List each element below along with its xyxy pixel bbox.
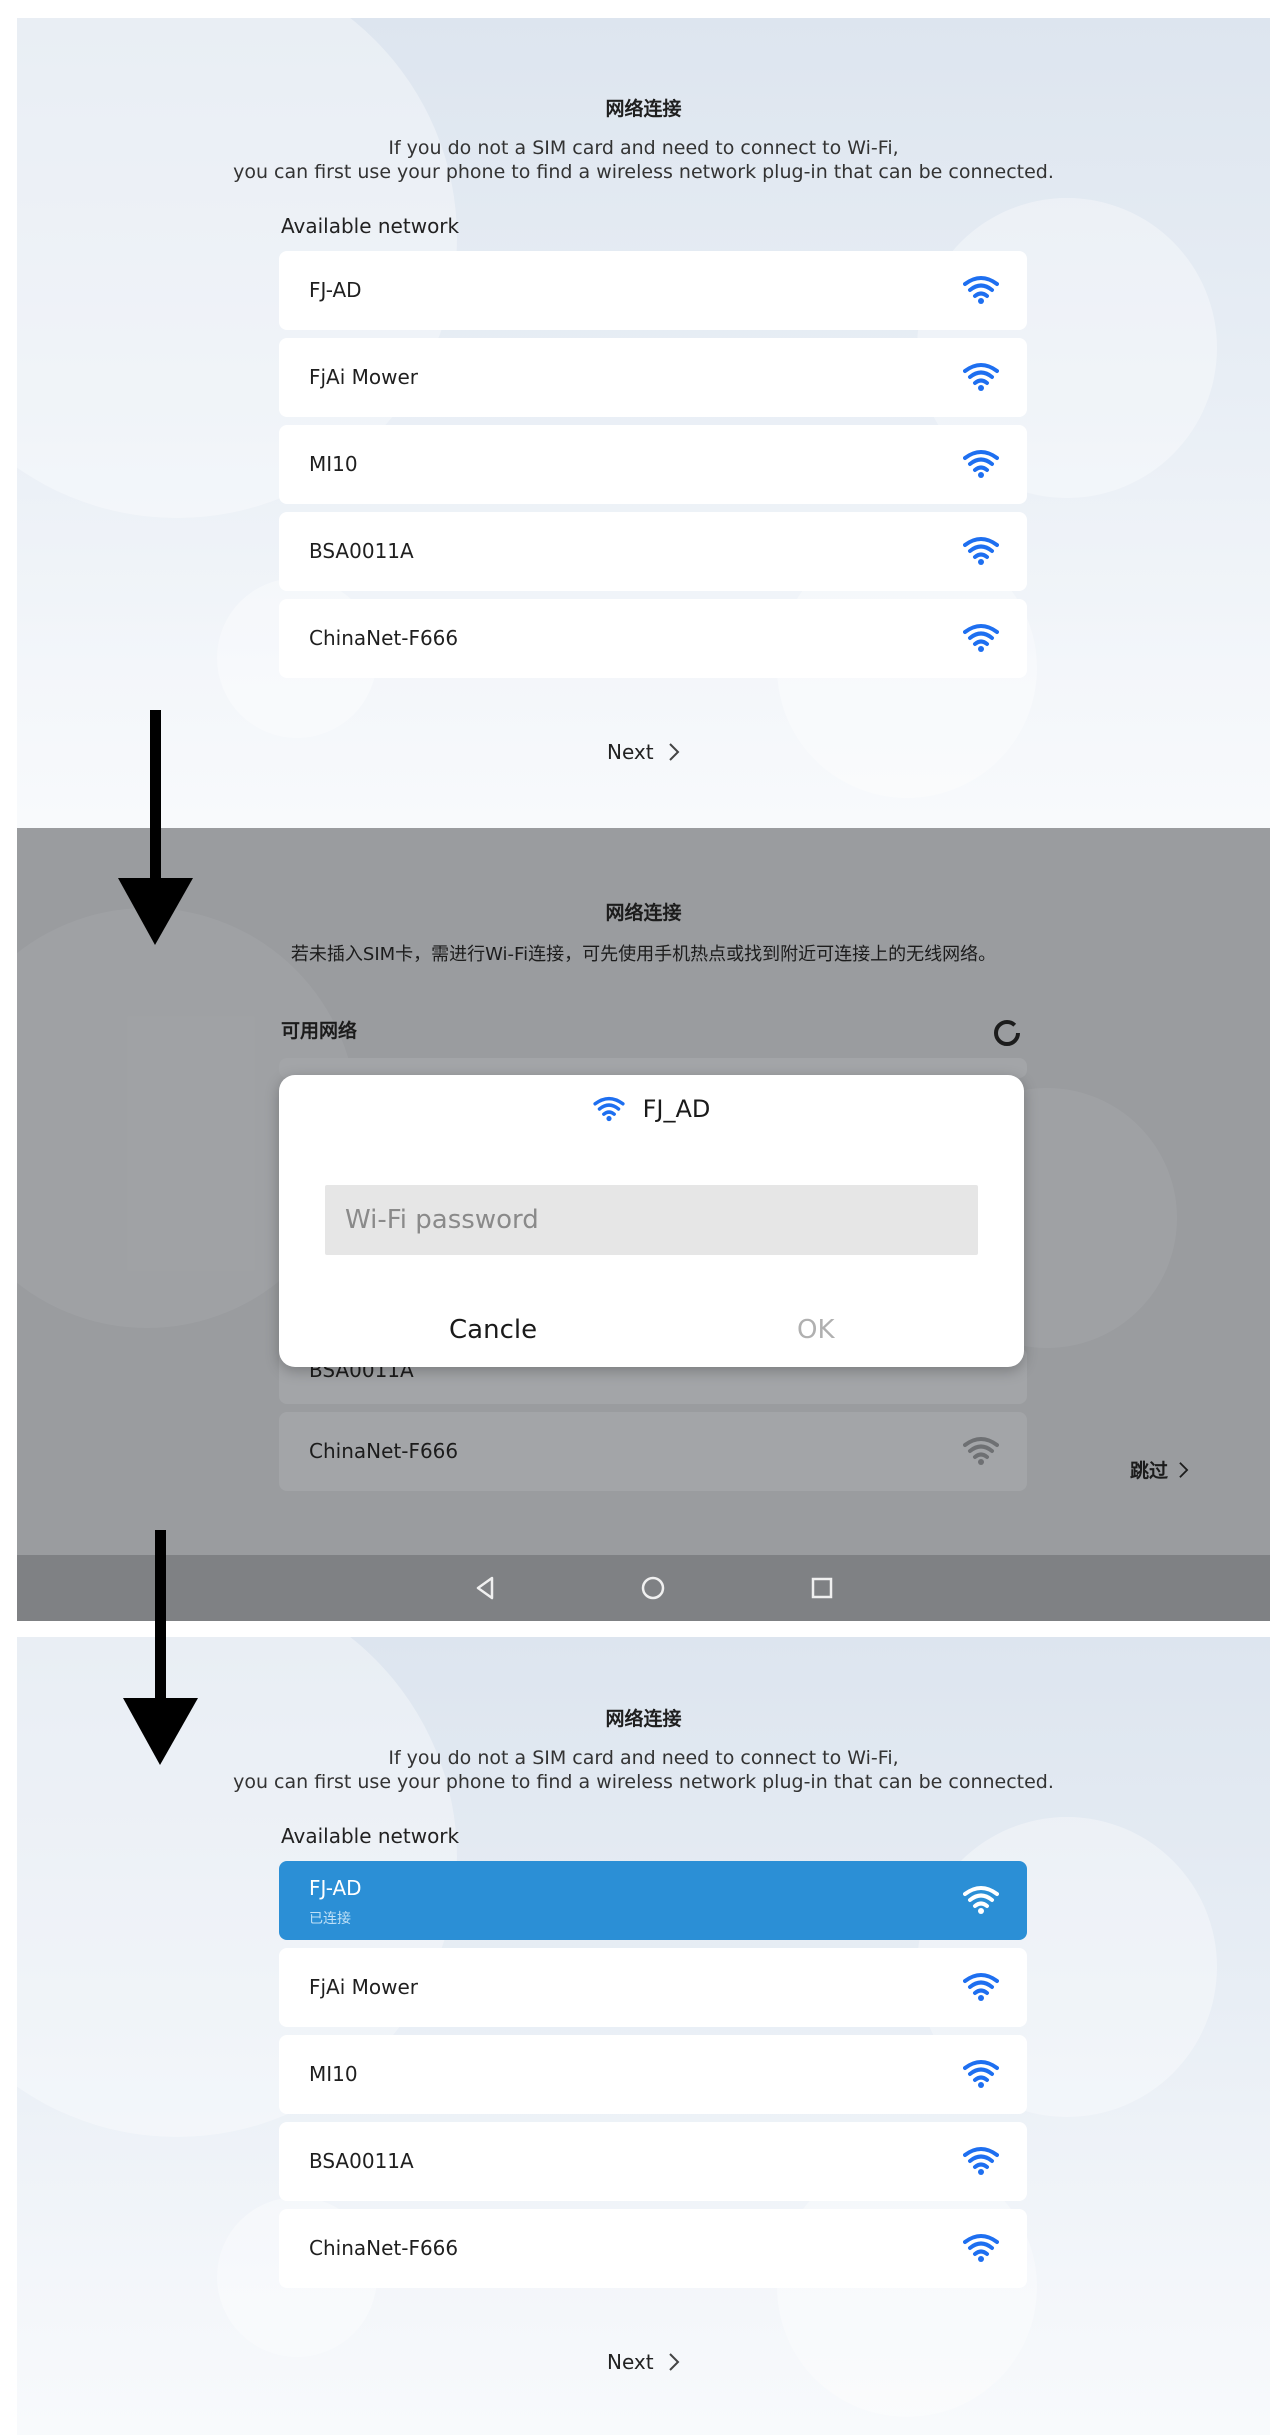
chevron-right-icon [1179, 1461, 1189, 1478]
back-icon[interactable] [472, 1574, 500, 1602]
network-item-chinanet-f666[interactable]: ChinaNet-F666 [279, 2209, 1027, 2288]
wifi-icon [593, 1096, 625, 1122]
wifi-password-dialog: FJ_AD Cancle OK [279, 1075, 1024, 1367]
network-item-mi10[interactable]: MI10 [279, 425, 1027, 504]
flow-arrow-down-1 [118, 710, 193, 945]
next-button[interactable]: Next [607, 2350, 680, 2374]
network-name: FJ-AD [309, 1876, 362, 1900]
dialog-header: FJ_AD [279, 1095, 1024, 1123]
network-list: FJ-AD FjAi Mower MI10 BSA0011A ChinaNet-… [279, 251, 1027, 686]
chevron-right-icon [668, 2353, 680, 2371]
network-item-chinanet-f666[interactable]: ChinaNet-F666 [279, 1412, 1027, 1491]
wifi-icon [963, 537, 999, 566]
network-item-fjai-mower[interactable]: FjAi Mower [279, 338, 1027, 417]
refresh-icon[interactable] [992, 1018, 1022, 1048]
network-item-fj-ad[interactable]: FJ-AD [279, 251, 1027, 330]
step1-screen: 网络连接 If you do not a SIM card and need t… [17, 18, 1270, 828]
available-network-label: Available network [281, 1824, 460, 1848]
wifi-icon [963, 2060, 999, 2089]
network-list: FJ-AD 已连接 FjAi Mower MI10 BSA0011A China… [279, 1861, 1027, 2296]
page-subtitle-line2: you can first use your phone to find a w… [233, 161, 1054, 183]
network-name: FjAi Mower [309, 365, 419, 389]
skip-label: 跳过 [1130, 1460, 1169, 1482]
network-name: FJ-AD [309, 278, 362, 302]
network-item-fjai-mower[interactable]: FjAi Mower [279, 1948, 1027, 2027]
network-name: ChinaNet-F666 [309, 2236, 459, 2260]
wifi-icon [963, 1886, 999, 1915]
network-name: MI10 [309, 2062, 358, 2086]
wifi-icon [963, 2234, 999, 2263]
dialog-network-name: FJ_AD [642, 1095, 711, 1123]
page-title: 网络连接 [605, 902, 682, 924]
network-item-bsa0011a[interactable]: BSA0011A [279, 512, 1027, 591]
available-network-label: Available network [281, 214, 460, 238]
page-subtitle-line1: If you do not a SIM card and need to con… [388, 137, 899, 159]
wifi-icon [963, 363, 999, 392]
page-subtitle: 若未插入SIM卡，需进行Wi-Fi连接，可先使用手机热点或找到附近可连接上的无线… [290, 944, 997, 965]
network-name: BSA0011A [309, 539, 414, 563]
wifi-icon [963, 1973, 999, 2002]
next-button[interactable]: Next [607, 740, 680, 764]
network-name: FjAi Mower [309, 1975, 419, 1999]
chevron-right-icon [668, 743, 680, 761]
network-item-bsa0011a[interactable]: BSA0011A [279, 2122, 1027, 2201]
network-name: ChinaNet-F666 [309, 1439, 459, 1463]
next-label: Next [607, 740, 654, 764]
network-name: BSA0011A [309, 2149, 414, 2173]
wifi-icon [963, 2147, 999, 2176]
wifi-password-input[interactable] [325, 1185, 978, 1255]
home-icon[interactable] [639, 1574, 667, 1602]
network-item-chinanet-f666[interactable]: ChinaNet-F666 [279, 599, 1027, 678]
next-label: Next [607, 2350, 654, 2374]
wifi-icon [963, 624, 999, 653]
recents-icon[interactable] [808, 1574, 836, 1602]
ok-button[interactable]: OK [797, 1315, 835, 1345]
skip-button[interactable]: 跳过 [1130, 1456, 1189, 1483]
wifi-icon [963, 276, 999, 305]
network-item-fj-ad-connected[interactable]: FJ-AD 已连接 [279, 1861, 1027, 1940]
connection-status: 已连接 [309, 1911, 351, 1927]
cancel-button[interactable]: Cancle [449, 1315, 537, 1345]
page-title: 网络连接 [605, 98, 682, 120]
network-item-mi10[interactable]: MI10 [279, 2035, 1027, 2114]
available-network-label: 可用网络 [281, 1020, 358, 1042]
wifi-icon [963, 1437, 999, 1466]
flow-arrow-down-2 [123, 1530, 198, 1765]
wifi-icon [963, 450, 999, 479]
network-name: MI10 [309, 452, 358, 476]
step2-screen: 网络连接 若未插入SIM卡，需进行Wi-Fi连接，可先使用手机热点或找到附近可连… [17, 828, 1270, 1621]
network-name: ChinaNet-F666 [309, 626, 459, 650]
